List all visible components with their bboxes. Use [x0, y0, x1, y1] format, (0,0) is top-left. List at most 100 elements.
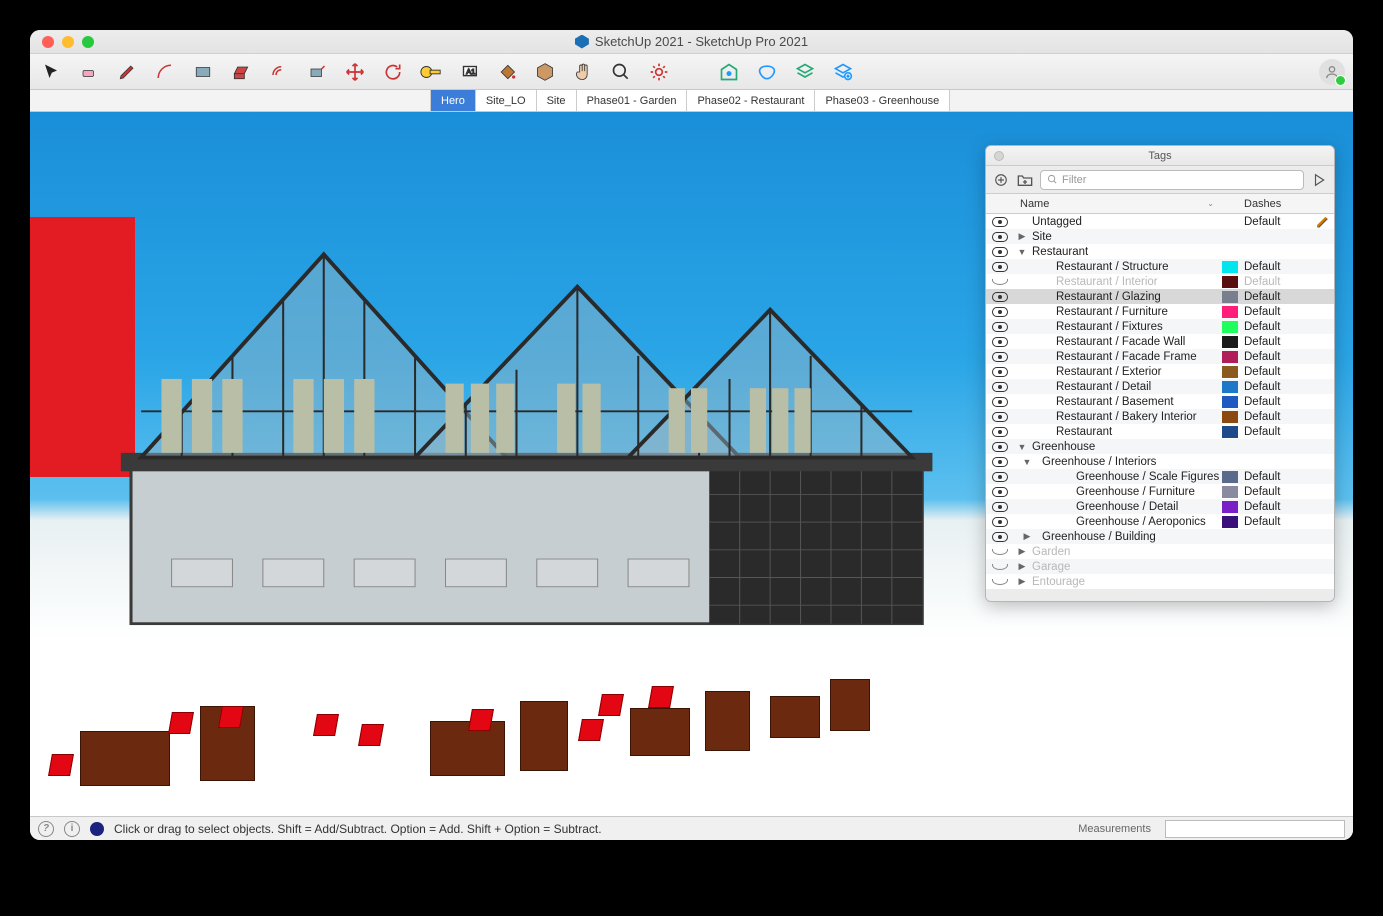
- tag-row[interactable]: Restaurant / Facade WallDefault: [986, 334, 1334, 349]
- tag-color-swatch[interactable]: [1222, 516, 1238, 528]
- tag-color-swatch[interactable]: [1222, 486, 1238, 498]
- layers-button[interactable]: [792, 59, 818, 85]
- visibility-off-icon[interactable]: [986, 549, 1014, 555]
- visibility-on-icon[interactable]: [986, 232, 1014, 242]
- tag-color-swatch[interactable]: [1222, 291, 1238, 303]
- move-tool[interactable]: [342, 59, 368, 85]
- tag-row[interactable]: Restaurant / BasementDefault: [986, 394, 1334, 409]
- tag-row[interactable]: ▶Garage: [986, 559, 1334, 574]
- layer-options-button[interactable]: [830, 59, 856, 85]
- tags-name-column-header[interactable]: Name⌄: [1014, 194, 1222, 213]
- tag-dashes-value[interactable]: Default: [1240, 411, 1312, 423]
- push-pull-tool[interactable]: [228, 59, 254, 85]
- tag-row[interactable]: Restaurant / InteriorDefault: [986, 274, 1334, 289]
- tag-row[interactable]: Restaurant / GlazingDefault: [986, 289, 1334, 304]
- tag-color-swatch[interactable]: [1222, 501, 1238, 513]
- tag-color-swatch[interactable]: [1222, 306, 1238, 318]
- tag-color-swatch[interactable]: [1222, 351, 1238, 363]
- disclosure-triangle-icon[interactable]: ▶: [1014, 561, 1030, 572]
- visibility-on-icon[interactable]: [986, 427, 1014, 437]
- tag-row[interactable]: Restaurant / FixturesDefault: [986, 319, 1334, 334]
- extension-warehouse-button[interactable]: [754, 59, 780, 85]
- tag-row[interactable]: Restaurant / Bakery InteriorDefault: [986, 409, 1334, 424]
- tag-dashes-value[interactable]: Default: [1240, 216, 1312, 228]
- disclosure-triangle-icon[interactable]: ▶: [1014, 546, 1030, 557]
- 3d-warehouse-button[interactable]: [716, 59, 742, 85]
- tag-color-swatch[interactable]: [1222, 336, 1238, 348]
- paint-bucket-tool[interactable]: [494, 59, 520, 85]
- visibility-on-icon[interactable]: [986, 412, 1014, 422]
- tag-row[interactable]: Greenhouse / FurnitureDefault: [986, 484, 1334, 499]
- measurements-input[interactable]: [1165, 820, 1345, 838]
- visibility-on-icon[interactable]: [986, 442, 1014, 452]
- tag-dashes-value[interactable]: Default: [1240, 366, 1312, 378]
- minimize-window-button[interactable]: [62, 36, 74, 48]
- visibility-on-icon[interactable]: [986, 352, 1014, 362]
- offset-tool[interactable]: [266, 59, 292, 85]
- scene-tab[interactable]: Phase03 - Greenhouse: [815, 90, 950, 111]
- tag-dashes-value[interactable]: Default: [1240, 486, 1312, 498]
- tag-dashes-value[interactable]: Default: [1240, 276, 1312, 288]
- tag-row[interactable]: Restaurant / DetailDefault: [986, 379, 1334, 394]
- tag-row[interactable]: Restaurant / Facade FrameDefault: [986, 349, 1334, 364]
- tags-menu-button[interactable]: [1310, 171, 1328, 189]
- scene-tab[interactable]: Site_LO: [476, 90, 537, 111]
- tag-color-swatch[interactable]: [1222, 411, 1238, 423]
- user-account-button[interactable]: [1319, 59, 1345, 85]
- tag-row[interactable]: Greenhouse / AeroponicsDefault: [986, 514, 1334, 529]
- visibility-on-icon[interactable]: [986, 517, 1014, 527]
- scene-tab[interactable]: Site: [537, 90, 577, 111]
- zoom-tool[interactable]: [608, 59, 634, 85]
- disclosure-triangle-icon[interactable]: ▶: [1014, 576, 1030, 587]
- visibility-on-icon[interactable]: [986, 262, 1014, 272]
- visibility-on-icon[interactable]: [986, 307, 1014, 317]
- add-tag-folder-button[interactable]: [1016, 171, 1034, 189]
- tag-dashes-value[interactable]: Default: [1240, 306, 1312, 318]
- visibility-on-icon[interactable]: [986, 322, 1014, 332]
- eraser-tool[interactable]: [76, 59, 102, 85]
- tag-dashes-value[interactable]: Default: [1240, 291, 1312, 303]
- disclosure-triangle-icon[interactable]: ▶: [1014, 531, 1030, 542]
- visibility-off-icon[interactable]: [986, 279, 1014, 285]
- tag-dashes-value[interactable]: Default: [1240, 336, 1312, 348]
- tag-row[interactable]: Restaurant / ExteriorDefault: [986, 364, 1334, 379]
- tags-panel-titlebar[interactable]: Tags: [986, 146, 1334, 166]
- tag-color-swatch[interactable]: [1222, 321, 1238, 333]
- select-cursor-tool[interactable]: [38, 59, 64, 85]
- rotate-tool[interactable]: [380, 59, 406, 85]
- visibility-on-icon[interactable]: [986, 337, 1014, 347]
- tag-row[interactable]: Restaurant / FurnitureDefault: [986, 304, 1334, 319]
- tag-row[interactable]: Restaurant / StructureDefault: [986, 259, 1334, 274]
- geolocation-icon[interactable]: ?: [38, 821, 54, 837]
- visibility-on-icon[interactable]: [986, 532, 1014, 542]
- tag-color-swatch[interactable]: [1222, 261, 1238, 273]
- add-tag-button[interactable]: [992, 171, 1010, 189]
- visibility-on-icon[interactable]: [986, 457, 1014, 467]
- tag-row[interactable]: ▶Entourage: [986, 574, 1334, 589]
- tag-dashes-value[interactable]: Default: [1240, 321, 1312, 333]
- disclosure-triangle-icon[interactable]: ▼: [1014, 247, 1030, 257]
- visibility-on-icon[interactable]: [986, 502, 1014, 512]
- tags-panel[interactable]: Tags Filter Name⌄ Dashes UntaggedDefault…: [985, 145, 1335, 602]
- tag-row[interactable]: ▶Site: [986, 229, 1334, 244]
- rectangle-tool[interactable]: [190, 59, 216, 85]
- tag-dashes-value[interactable]: Default: [1240, 426, 1312, 438]
- tag-color-swatch[interactable]: [1222, 366, 1238, 378]
- tag-color-swatch[interactable]: [1222, 426, 1238, 438]
- tag-dashes-value[interactable]: Default: [1240, 261, 1312, 273]
- tag-row[interactable]: RestaurantDefault: [986, 424, 1334, 439]
- tag-dashes-value[interactable]: Default: [1240, 396, 1312, 408]
- tag-color-swatch[interactable]: [1222, 471, 1238, 483]
- dimension-tool[interactable]: A1: [456, 59, 482, 85]
- tag-row[interactable]: Greenhouse / DetailDefault: [986, 499, 1334, 514]
- tag-row[interactable]: ▶Garden: [986, 544, 1334, 559]
- visibility-off-icon[interactable]: [986, 579, 1014, 585]
- tag-color-swatch[interactable]: [1222, 276, 1238, 288]
- visibility-on-icon[interactable]: [986, 472, 1014, 482]
- tag-row[interactable]: ▶Greenhouse / Building: [986, 529, 1334, 544]
- visibility-off-icon[interactable]: [986, 564, 1014, 570]
- tags-filter-input[interactable]: Filter: [1040, 170, 1304, 190]
- scene-tab[interactable]: Phase02 - Restaurant: [687, 90, 815, 111]
- disclosure-triangle-icon[interactable]: ▶: [1014, 231, 1030, 242]
- tag-row[interactable]: ▼Restaurant: [986, 244, 1334, 259]
